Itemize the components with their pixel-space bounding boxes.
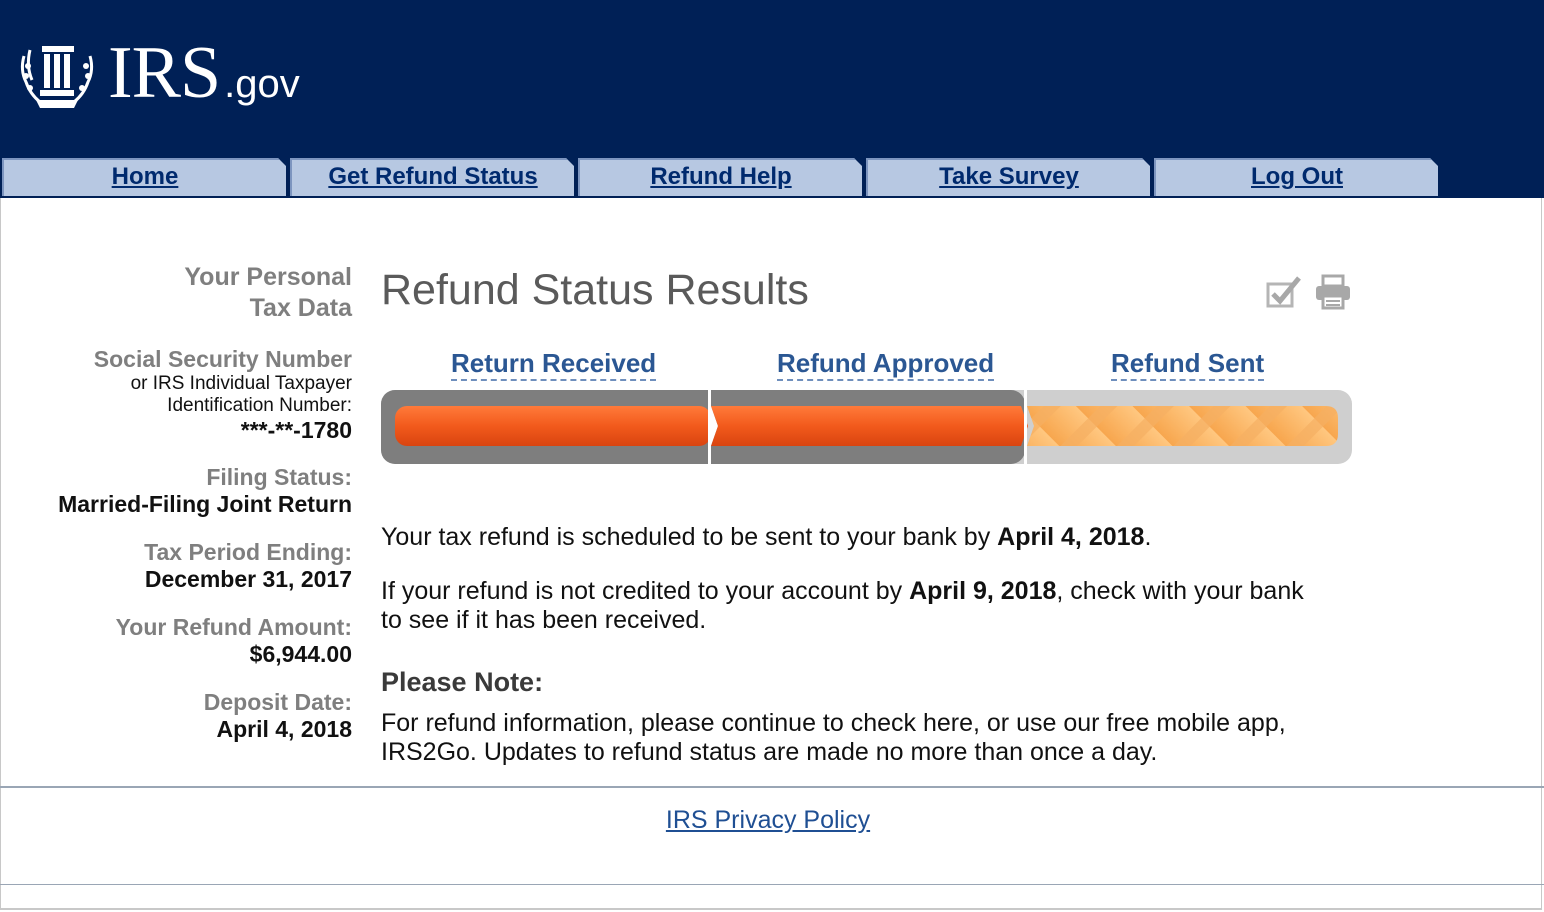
note-heading: Please Note: xyxy=(381,667,544,697)
checkmark-icon[interactable] xyxy=(1266,274,1302,308)
logo-domain-suffix: .gov xyxy=(224,62,300,106)
sidebar-heading-line2: Tax Data xyxy=(249,294,352,322)
deposit-date-value: April 4, 2018 xyxy=(216,716,352,742)
refund-steps: Return Received Refund Approved Refund S… xyxy=(380,348,1352,384)
main-nav: Home Get Refund Status Refund Help Take … xyxy=(2,158,1442,198)
bar-refund-sent xyxy=(1027,406,1338,446)
tax-period-label: Tax Period Ending: xyxy=(144,539,352,565)
scheduled-date: April 4, 2018 xyxy=(997,523,1145,551)
credit-message-text: If your refund is not credited to your a… xyxy=(381,577,910,605)
nav-link-home[interactable]: Home xyxy=(4,160,286,194)
scheduled-message-text: Your tax refund is scheduled to be sent … xyxy=(381,523,998,551)
refund-progress-tracker xyxy=(381,390,1352,464)
note-line-1: For refund information, please continue … xyxy=(381,709,1286,737)
credit-message: If your refund is not credited to your a… xyxy=(381,577,1304,635)
irs-eagle-icon xyxy=(20,46,94,108)
nav-tab-get-refund-status[interactable]: Get Refund Status xyxy=(290,158,574,196)
step-divider-line-2 xyxy=(1024,390,1027,464)
credit-deadline-date: April 9, 2018 xyxy=(909,577,1057,605)
step-divider-line-1 xyxy=(708,390,711,464)
page-title: Refund Status Results xyxy=(381,266,809,314)
nav-link-get-refund-status[interactable]: Get Refund Status xyxy=(292,160,574,194)
nav-tab-log-out[interactable]: Log Out xyxy=(1154,158,1438,196)
tax-period-value: December 31, 2017 xyxy=(144,566,352,592)
note-line-2: IRS2Go. Updates to refund status are mad… xyxy=(381,738,1158,766)
footer: IRS Privacy Policy xyxy=(0,806,1536,835)
footer-divider xyxy=(0,786,1544,788)
scheduled-message: Your tax refund is scheduled to be sent … xyxy=(381,523,1151,552)
page-tools xyxy=(1266,274,1352,310)
credit-message-text-end: , check with your bank xyxy=(1056,577,1304,605)
ssn-value: ***-**-1780 xyxy=(240,417,352,443)
step-refund-sent[interactable]: Refund Sent xyxy=(1111,348,1265,381)
deposit-date-label: Deposit Date: xyxy=(203,689,352,715)
personal-tax-data-sidebar: Your Personal Tax Data Social Security N… xyxy=(0,262,352,743)
step-refund-approved[interactable]: Refund Approved xyxy=(777,348,995,381)
irs-logo[interactable]: IRS .gov xyxy=(16,30,300,110)
sidebar-heading-line1: Your Personal xyxy=(184,263,352,291)
credit-message-line2: to see if it has been received. xyxy=(381,606,707,634)
refund-amount-label: Your Refund Amount: xyxy=(115,614,352,640)
bar-return-received xyxy=(395,406,711,446)
scheduled-message-end: . xyxy=(1144,523,1152,551)
privacy-policy-link[interactable]: IRS Privacy Policy xyxy=(666,806,870,834)
bar-refund-approved xyxy=(711,406,1028,446)
nav-link-log-out[interactable]: Log Out xyxy=(1156,160,1438,194)
bottom-divider xyxy=(0,884,1544,885)
ssn-sublabel-2: Identification Number: xyxy=(167,395,352,416)
nav-tab-refund-help[interactable]: Refund Help xyxy=(578,158,862,196)
filing-status-label: Filing Status: xyxy=(206,464,352,490)
nav-link-refund-help[interactable]: Refund Help xyxy=(580,160,862,194)
refund-amount-value: $6,944.00 xyxy=(249,641,352,667)
site-header: IRS .gov Home Get Refund Status Refund H… xyxy=(0,0,1544,198)
ssn-sublabel-1: or IRS Individual Taxpayer xyxy=(130,373,352,394)
filing-status-value: Married-Filing Joint Return xyxy=(58,491,352,517)
ssn-label: Social Security Number xyxy=(93,346,352,372)
nav-link-take-survey[interactable]: Take Survey xyxy=(868,160,1150,194)
printer-icon[interactable] xyxy=(1314,274,1352,310)
nav-tab-take-survey[interactable]: Take Survey xyxy=(866,158,1150,196)
logo-wordmark: IRS xyxy=(108,32,221,114)
step-return-received[interactable]: Return Received xyxy=(451,348,657,381)
note-body: For refund information, please continue … xyxy=(381,709,1286,767)
nav-tab-home[interactable]: Home xyxy=(2,158,286,196)
